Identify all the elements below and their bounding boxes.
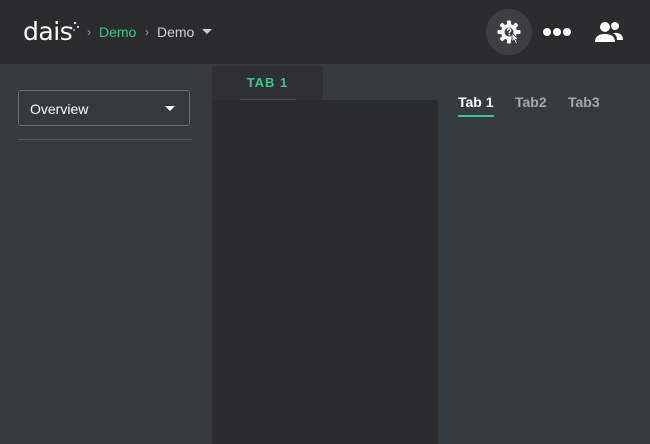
panel-tab-divider	[240, 99, 296, 100]
tab-1[interactable]: Tab 1	[458, 94, 494, 110]
breadcrumb-item-1[interactable]: Demo	[99, 24, 136, 40]
tab-3[interactable]: Tab3	[568, 94, 600, 110]
top-bar: dais › Demo › Demo	[0, 0, 650, 64]
breadcrumb-item-2[interactable]: Demo	[157, 24, 194, 40]
breadcrumb-separator: ›	[87, 25, 91, 39]
view-select-value: Overview	[30, 101, 89, 117]
chevron-down-icon	[165, 106, 175, 111]
view-select[interactable]: Overview	[18, 90, 190, 126]
content-panel	[212, 100, 438, 444]
panel-tab-label[interactable]: TAB 1	[212, 75, 323, 90]
breadcrumb-separator: ›	[145, 25, 149, 39]
gear-help-icon	[497, 20, 521, 45]
active-tab-indicator	[458, 115, 494, 117]
tab-2[interactable]: Tab2	[515, 94, 547, 110]
sidebar-divider	[18, 139, 192, 140]
logo[interactable]: dais	[23, 17, 73, 46]
logo-dots-icon	[69, 21, 79, 31]
users-icon[interactable]	[594, 19, 624, 45]
settings-button[interactable]	[486, 9, 532, 55]
more-dots-icon[interactable]	[540, 20, 574, 44]
chevron-down-icon[interactable]	[202, 29, 212, 34]
